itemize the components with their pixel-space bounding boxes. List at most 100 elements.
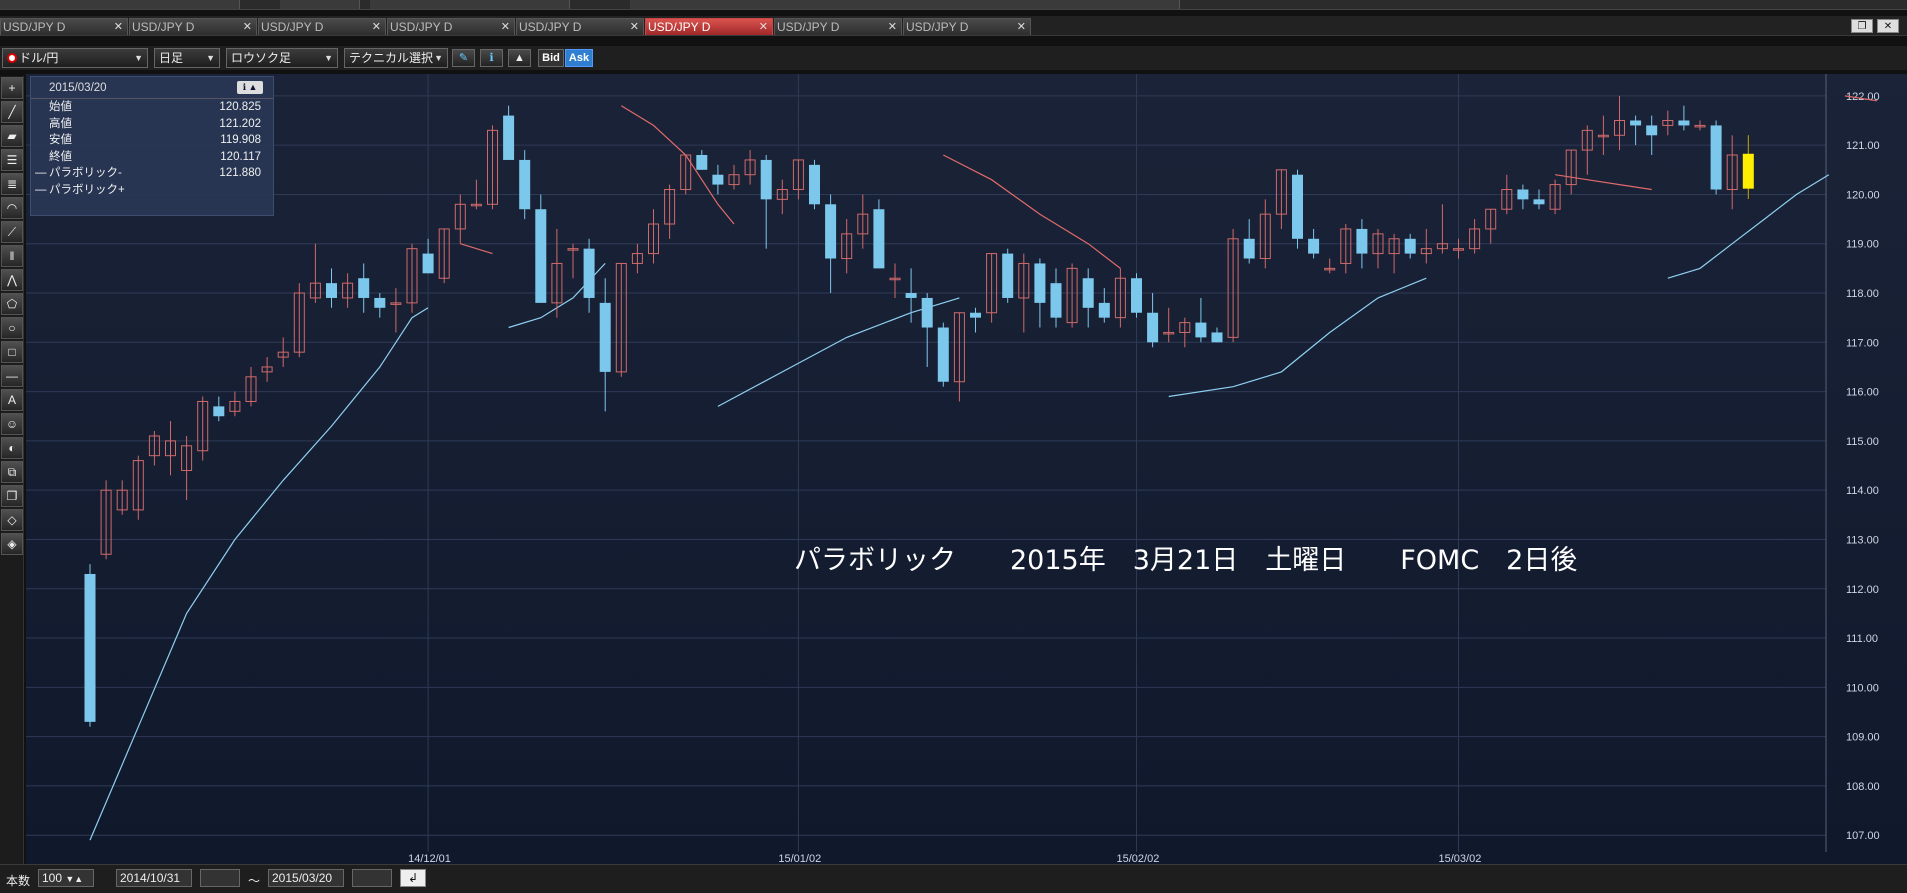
- sar-plus-line: [1168, 277, 1427, 398]
- chart-area[interactable]: 107.00 108.00 109.00 110.00 111.00 112.00 113.…: [26, 74, 1907, 864]
- chart-type-select[interactable]: ロウソク足 ▼: [226, 48, 338, 68]
- info-value: 120.825: [219, 101, 261, 113]
- info-row: 終値 120.117: [31, 149, 273, 166]
- technical-select[interactable]: テクニカル選択 ▼: [344, 48, 448, 68]
- y-tick-label: 114.00: [1846, 485, 1879, 497]
- ruler-icon[interactable]: ▰: [1, 125, 23, 147]
- candle-body: [970, 312, 981, 318]
- pen-icon[interactable]: ✎: [452, 49, 475, 67]
- y-tick-label: 116.00: [1846, 387, 1879, 399]
- copy-icon[interactable]: ⧉: [1, 461, 23, 483]
- sar-plus-line: [89, 307, 429, 841]
- bid-button[interactable]: Bid: [538, 49, 564, 67]
- tab-usdjpy-6[interactable]: USD/JPY D ✕: [645, 18, 773, 35]
- eraser-icon[interactable]: ◇: [1, 509, 23, 531]
- eraser-all-icon[interactable]: ◈: [1, 533, 23, 555]
- close-icon[interactable]: ✕: [243, 19, 252, 35]
- tab-usdjpy-7[interactable]: USD/JPY D ✕: [774, 18, 902, 35]
- chart-toolbar: ドル/円 ▼ 日足 ▼ ロウソク足 ▼ テクニカル選択 ▼ ✎ ℹ ▲ Bid …: [0, 46, 1907, 70]
- y-tick-label: 107.00: [1846, 830, 1880, 842]
- sar-minus-line: [1555, 174, 1652, 191]
- currency-pair-select[interactable]: ドル/円 ▼: [2, 48, 148, 68]
- info-icon[interactable]: ℹ: [480, 49, 503, 67]
- horizontal-lines-icon[interactable]: ☰: [1, 149, 23, 171]
- arc-icon[interactable]: ◠: [1, 197, 23, 219]
- candle-body: [1292, 174, 1303, 239]
- sar-minus-line: [460, 243, 493, 255]
- range-tilde: ～: [248, 874, 261, 888]
- candle-body: [937, 327, 949, 382]
- x-tick-label: 15/01/02: [778, 853, 821, 864]
- tab-label: USD/JPY D: [906, 20, 969, 34]
- candle-body: [1308, 238, 1320, 254]
- from-time-input[interactable]: [200, 869, 240, 887]
- chevron-down-icon: ▼▲: [65, 874, 84, 884]
- tab-usdjpy-8[interactable]: USD/JPY D ✕: [903, 18, 1031, 35]
- circle-icon[interactable]: ○: [1, 317, 23, 339]
- candle-body: [1131, 278, 1142, 313]
- fan-icon[interactable]: ⟋: [1, 221, 23, 243]
- pentagon-icon[interactable]: ⬠: [1, 293, 23, 315]
- timeframe-select[interactable]: 日足 ▼: [154, 48, 220, 68]
- info-label: パラボリック+: [49, 183, 125, 196]
- close-icon[interactable]: ✕: [114, 19, 123, 35]
- line-icon[interactable]: —: [1, 365, 23, 387]
- close-icon[interactable]: ✕: [1017, 19, 1026, 35]
- trendline-icon[interactable]: ╱: [1, 101, 23, 123]
- menu-strip: [0, 0, 1907, 10]
- area-chart-icon[interactable]: ▲: [508, 49, 531, 67]
- y-tick-label: 110.00: [1846, 682, 1879, 694]
- candle-body: [760, 159, 772, 200]
- close-icon[interactable]: ✕: [501, 19, 510, 35]
- y-tick-label: 121.00: [1846, 140, 1880, 152]
- candle-body: [1002, 253, 1014, 298]
- apply-range-button[interactable]: ↲: [400, 869, 426, 887]
- y-tick-label: 120.00: [1846, 189, 1880, 201]
- duplicate-icon[interactable]: ❐: [1, 485, 23, 507]
- close-icon[interactable]: ✕: [888, 19, 897, 35]
- close-icon[interactable]: ✕: [759, 19, 768, 35]
- tab-label: USD/JPY D: [777, 20, 840, 34]
- crosshair-icon[interactable]: +: [1, 77, 23, 99]
- close-icon[interactable]: ✕: [372, 19, 381, 35]
- to-time-input[interactable]: [352, 869, 392, 887]
- info-label: 始値: [49, 101, 72, 113]
- x-tick-label: 14/12/01: [408, 853, 451, 864]
- tab-label: USD/JPY D: [519, 20, 582, 34]
- tab-label: USD/JPY D: [132, 20, 195, 34]
- tab-usdjpy-4[interactable]: USD/JPY D ✕: [387, 18, 515, 35]
- chart-annotation: パラボリック 2015年 3月21日 土曜日 FOMC 2日後: [794, 545, 1578, 576]
- candle-body: [1356, 228, 1368, 254]
- tab-usdjpy-2[interactable]: USD/JPY D ✕: [129, 18, 257, 35]
- text-icon[interactable]: A: [1, 389, 23, 411]
- fibonacci-icon[interactable]: ≣: [1, 173, 23, 195]
- ask-button[interactable]: Ask: [565, 49, 593, 67]
- pitchfork-icon[interactable]: ⋀: [1, 269, 23, 291]
- chevron-down-icon: ▼: [434, 53, 443, 63]
- tab-usdjpy-5[interactable]: USD/JPY D ✕: [516, 18, 644, 35]
- to-date-input[interactable]: 2015/03/20: [268, 869, 344, 887]
- rectangle-icon[interactable]: □: [1, 341, 23, 363]
- magnet-icon[interactable]: ◐: [1, 437, 23, 459]
- candle-body: [583, 248, 595, 298]
- candle-body: [1082, 278, 1094, 308]
- candle-body: [84, 573, 96, 722]
- restore-icon[interactable]: ❐: [1851, 19, 1873, 33]
- info-value: 121.880: [219, 167, 261, 179]
- vertical-lines-icon[interactable]: ‖: [1, 245, 23, 267]
- candle-body: [422, 253, 434, 274]
- chevron-down-icon: ▼: [206, 53, 215, 63]
- tab-usdjpy-1[interactable]: USD/JPY D ✕: [0, 18, 128, 35]
- close-icon[interactable]: ✕: [630, 19, 639, 35]
- tab-usdjpy-3[interactable]: USD/JPY D ✕: [258, 18, 386, 35]
- sar-minus-line: [620, 105, 735, 225]
- emoji-icon[interactable]: ☺: [1, 413, 23, 435]
- candle-body: [921, 297, 933, 328]
- count-input[interactable]: 100 ▼▲: [38, 869, 94, 887]
- candle-body: [1678, 120, 1690, 126]
- info-toggle-button[interactable]: ℹ ▲: [237, 81, 263, 94]
- from-date-input[interactable]: 2014/10/31: [116, 869, 192, 887]
- close-window-icon[interactable]: ✕: [1877, 19, 1899, 33]
- technical-label: テクニカル選択: [349, 51, 434, 65]
- trading-app: USD/JPY D ✕ USD/JPY D ✕ USD/JPY D ✕ USD/JPY D ✕…: [0, 0, 1907, 893]
